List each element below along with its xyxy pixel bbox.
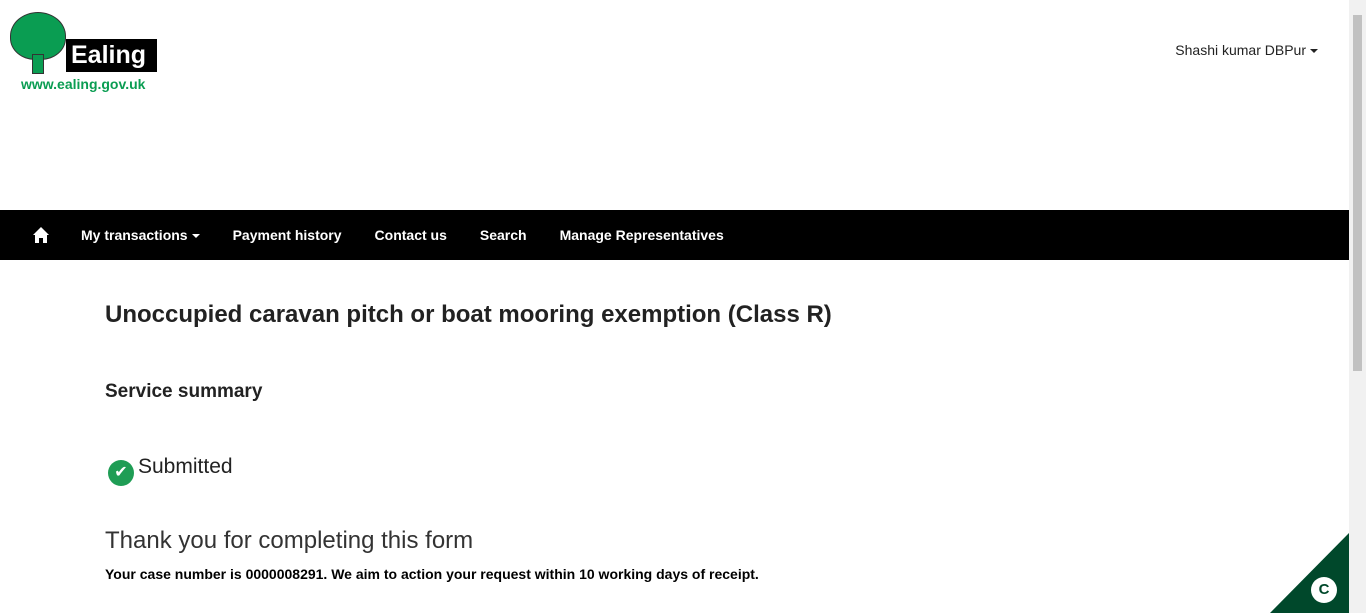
status-text: Submitted (138, 455, 233, 478)
page-title: Unoccupied caravan pitch or boat mooring… (105, 301, 832, 328)
logo-text: Ealing (66, 39, 157, 72)
nav-search[interactable]: Search (480, 227, 527, 243)
user-name: Shashi kumar DBPur (1175, 42, 1306, 58)
case-number-text: Your case number is 0000008291. We aim t… (105, 566, 759, 582)
main-nav: My transactions Payment history Contact … (0, 210, 1349, 260)
thank-you-heading: Thank you for completing this form (105, 527, 474, 554)
caret-down-icon (1310, 49, 1318, 54)
tree-trunk (32, 54, 44, 74)
cookie-settings-corner[interactable] (1270, 533, 1349, 613)
user-menu[interactable]: Shashi kumar DBPur (1175, 42, 1318, 58)
home-icon[interactable] (32, 226, 50, 244)
nav-my-transactions[interactable]: My transactions (81, 227, 200, 243)
logo-url: www.ealing.gov.uk (21, 76, 146, 92)
section-title: Service summary (105, 381, 263, 402)
ealing-logo[interactable]: Ealing www.ealing.gov.uk (10, 12, 160, 92)
scrollbar-thumb[interactable] (1353, 15, 1362, 371)
cookie-gear-icon[interactable]: C (1311, 577, 1337, 603)
status-badge: ✔ Submitted (108, 455, 233, 486)
caret-down-icon (191, 234, 200, 239)
nav-label: My transactions (81, 227, 188, 243)
check-circle-icon: ✔ (108, 460, 134, 486)
scrollbar[interactable] (1349, 0, 1366, 613)
nav-manage-representatives[interactable]: Manage Representatives (560, 227, 724, 243)
tree-icon (10, 12, 66, 60)
nav-contact-us[interactable]: Contact us (375, 227, 447, 243)
nav-payment-history[interactable]: Payment history (233, 227, 342, 243)
